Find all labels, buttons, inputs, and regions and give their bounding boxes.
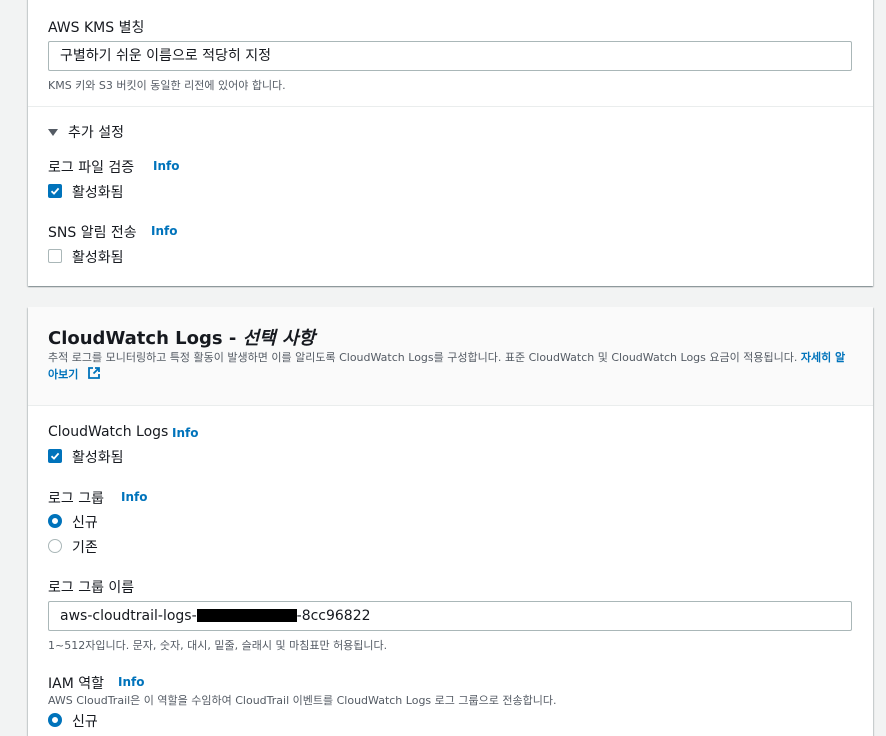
iam-role-new-radio[interactable] <box>48 713 62 727</box>
sns-checkbox[interactable] <box>48 249 62 263</box>
log-group-name-input[interactable]: aws-cloudtrail-logs- -8cc96822 <box>48 601 852 631</box>
cloudwatch-logs-panel: CloudWatch Logs - 선택 사항 추적 로그를 모니터링하고 특정… <box>28 307 873 736</box>
section-divider <box>28 106 873 107</box>
cloudwatch-enable-checkbox[interactable] <box>48 449 62 463</box>
log-group-new-radio[interactable] <box>48 514 62 528</box>
check-icon <box>50 452 60 460</box>
kms-alias-hint: KMS 키와 S3 버킷이 동일한 리전에 있어야 합니다. <box>48 79 286 92</box>
iam-role-label: IAM 역할 <box>48 676 104 692</box>
log-group-new-label: 신규 <box>72 515 98 531</box>
log-group-info-link[interactable]: Info <box>121 490 147 504</box>
log-group-name-suffix: -8cc96822 <box>296 608 371 624</box>
cloudwatch-header: CloudWatch Logs - 선택 사항 추적 로그를 모니터링하고 특정… <box>28 307 873 406</box>
log-validation-checkbox[interactable] <box>48 184 62 198</box>
sns-label: SNS 알림 전송 <box>48 225 137 241</box>
kms-alias-input[interactable]: 구별하기 쉬운 이름으로 적당히 지정 <box>48 41 852 71</box>
iam-role-new-label: 신규 <box>72 714 98 730</box>
additional-settings-label: 추가 설정 <box>68 125 124 141</box>
caret-down-icon <box>48 128 58 136</box>
log-group-label: 로그 그룹 <box>48 491 104 507</box>
cloudwatch-enable-checkbox-label: 활성화됨 <box>72 450 124 466</box>
log-group-name-label: 로그 그룹 이름 <box>48 580 135 596</box>
log-group-existing-radio[interactable] <box>48 539 62 553</box>
log-validation-checkbox-label: 활성화됨 <box>72 185 124 201</box>
log-validation-label: 로그 파일 검증 <box>48 160 135 176</box>
cloudwatch-title-optional: 선택 사항 <box>242 328 316 349</box>
kms-alias-label: AWS KMS 별칭 <box>48 20 145 36</box>
iam-role-info-link[interactable]: Info <box>118 675 144 689</box>
sns-checkbox-label: 활성화됨 <box>72 250 124 266</box>
redacted-block <box>196 609 297 622</box>
iam-role-description: AWS CloudTrail은 이 역할을 수임하여 CloudTrail 이벤… <box>48 694 557 707</box>
cloudwatch-title-text: CloudWatch Logs - <box>48 328 243 349</box>
log-validation-info-link[interactable]: Info <box>153 159 179 173</box>
external-link-icon <box>88 367 101 379</box>
check-icon <box>50 187 60 195</box>
log-group-name-hint: 1~512자입니다. 문자, 숫자, 대시, 밑줄, 슬래시 및 마침표만 허용… <box>48 639 388 652</box>
kms-settings-panel: AWS KMS 별칭 구별하기 쉬운 이름으로 적당히 지정 KMS 키와 S3… <box>28 0 873 286</box>
cloudwatch-description-text: 추적 로그를 모니터링하고 특정 활동이 발생하면 이를 알리도록 CloudW… <box>48 351 801 364</box>
log-group-name-prefix: aws-cloudtrail-logs- <box>60 608 197 624</box>
log-group-existing-label: 기존 <box>72 540 98 556</box>
cloudwatch-info-link[interactable]: Info <box>172 426 198 440</box>
cloudwatch-title: CloudWatch Logs - 선택 사항 <box>48 324 315 350</box>
cloudwatch-enable-label: CloudWatch Logs <box>48 424 169 440</box>
cloudwatch-description: 추적 로그를 모니터링하고 특정 활동이 발생하면 이를 알리도록 CloudW… <box>48 350 848 383</box>
sns-info-link[interactable]: Info <box>151 224 177 238</box>
additional-settings-toggle[interactable]: 추가 설정 <box>48 122 124 142</box>
